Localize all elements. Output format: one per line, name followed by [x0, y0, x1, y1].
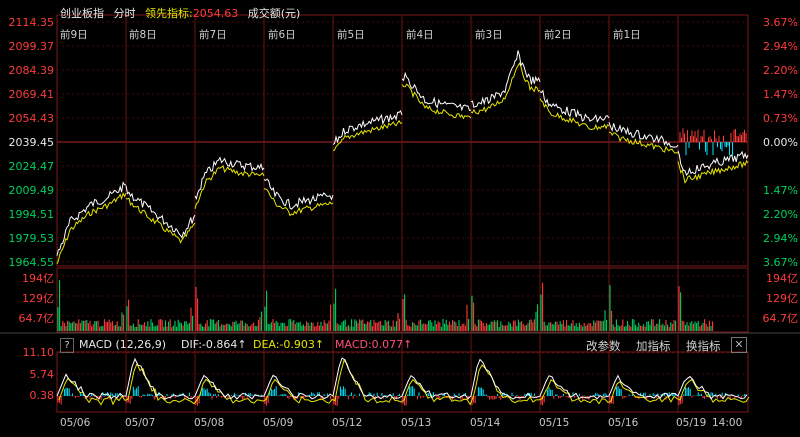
pct-axis-right-5: 0.00%	[763, 136, 798, 149]
x-label-4: 05/12	[332, 417, 363, 429]
price-line	[539, 89, 610, 123]
day-label-0: 前9日	[60, 29, 88, 41]
day-label-6: 前3日	[475, 29, 503, 41]
edit-params-button[interactable]: 改参数	[586, 338, 621, 354]
pct-axis-right-3: 1.47%	[763, 88, 798, 101]
price-axis-left-8: 1994.51	[8, 208, 55, 221]
x-label-5: 05/13	[401, 417, 432, 429]
average-price-line	[332, 119, 403, 151]
average-price-line	[56, 192, 127, 265]
macd-help-button[interactable]: ?	[60, 338, 74, 353]
macd-title[interactable]: MACD (12,26,9)	[79, 338, 166, 351]
volume-axis-right-0: 194亿	[766, 272, 798, 285]
x-label-7: 05/15	[539, 417, 570, 429]
volume-axis-right-2: 64.7亿	[762, 312, 799, 325]
macd-axis-0: 11.10	[22, 346, 55, 359]
day-label-7: 前2日	[544, 29, 572, 41]
price-axis-left-2: 2084.39	[8, 64, 55, 77]
macd-value: MACD:0.077↑	[335, 338, 413, 351]
macd-dif-value: DIF:-0.864↑	[181, 338, 247, 351]
price-axis-left-6: 2024.47	[8, 160, 55, 173]
x-label-0: 05/06	[60, 417, 91, 429]
index-name: 创业板指	[60, 7, 104, 20]
price-line	[125, 185, 196, 239]
price-line	[608, 122, 679, 148]
macd-axis-2: 0.38	[29, 389, 55, 402]
chart-canvas[interactable]	[0, 0, 800, 437]
average-price-line	[401, 83, 472, 120]
chart-type-label[interactable]: 分时	[114, 7, 136, 20]
average-price-line	[539, 98, 610, 131]
x-label-1: 05/07	[125, 417, 156, 429]
x-label-6: 05/14	[470, 417, 501, 429]
pct-axis-right-0: 3.67%	[763, 16, 798, 29]
price-axis-left-1: 2099.37	[8, 40, 55, 53]
close-indicator-button[interactable]: ✕	[731, 337, 747, 353]
volume-axis-left-1: 129亿	[22, 292, 54, 305]
price-line	[194, 156, 265, 200]
leading-indicator-value: 2054.63	[192, 7, 239, 20]
add-indicator-button[interactable]: 加指标	[636, 338, 671, 354]
macd-dea-line	[58, 359, 750, 406]
volume-label: 成交额(元)	[247, 7, 301, 20]
pct-axis-right-4: 0.73%	[763, 112, 798, 125]
x-label-9: 05/19	[676, 417, 707, 429]
price-axis-left-10: 1964.55	[8, 256, 55, 269]
pct-axis-right-2: 2.20%	[763, 64, 798, 77]
macd-dea-value: DEA:-0.903↑	[253, 338, 325, 351]
price-axis-left-3: 2069.41	[8, 88, 55, 101]
price-axis-left-9: 1979.53	[8, 232, 55, 245]
leading-indicator-label: 领先指标:	[145, 7, 193, 20]
average-price-line	[125, 197, 196, 244]
pct-axis-right-9: 3.67%	[763, 256, 798, 269]
price-axis-left-4: 2054.43	[8, 112, 55, 125]
pct-axis-right-1: 2.94%	[763, 40, 798, 53]
macd-axis-1: 5.74	[29, 368, 55, 381]
x-label-2: 05/08	[194, 417, 225, 429]
day-label-1: 前8日	[129, 29, 157, 41]
day-label-2: 前7日	[199, 29, 227, 41]
day-label-8: 前1日	[613, 29, 641, 41]
price-line	[332, 109, 403, 145]
pct-axis-right-7: 2.20%	[763, 208, 798, 221]
pct-axis-right-8: 2.94%	[763, 232, 798, 245]
switch-indicator-button[interactable]: 换指标	[686, 338, 721, 354]
chart-header: 创业板指 分时 领先指标:2054.63 成交额(元)	[60, 5, 306, 21]
day-label-3: 前6日	[268, 29, 296, 41]
x-label-3: 05/09	[263, 417, 294, 429]
price-axis-left-7: 2009.49	[8, 184, 55, 197]
average-price-line	[608, 131, 679, 154]
x-label-8: 05/16	[608, 417, 639, 429]
price-line	[401, 71, 472, 112]
price-axis-left-5: 2039.45	[8, 136, 55, 149]
pct-axis-right-6: 1.47%	[763, 184, 798, 197]
volume-axis-right-1: 129亿	[766, 292, 798, 305]
day-label-4: 前5日	[337, 29, 365, 41]
price-axis-left-0: 2114.35	[8, 16, 55, 29]
price-line	[56, 181, 127, 256]
day-label-5: 前4日	[406, 29, 434, 41]
volume-axis-left-2: 64.7亿	[18, 312, 55, 325]
x-label-10: 14:00	[712, 417, 743, 429]
volume-axis-left-0: 194亿	[22, 272, 54, 285]
